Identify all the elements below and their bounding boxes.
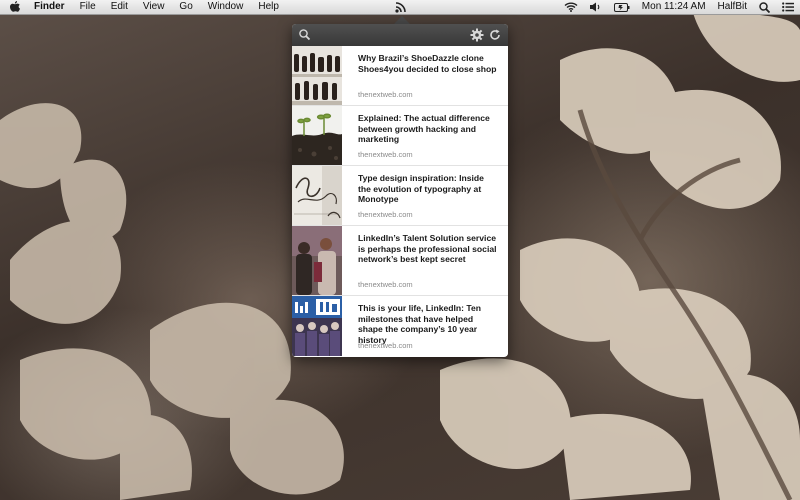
spotlight-icon[interactable]: [759, 1, 770, 13]
battery-icon[interactable]: [613, 2, 630, 12]
feed-item[interactable]: Type design inspiration: Inside the evol…: [292, 166, 508, 226]
feed-item-source: thenextweb.com: [358, 90, 413, 99]
calligraphy-thumbnail: [292, 166, 342, 225]
feed-item-source: thenextweb.com: [358, 280, 413, 289]
feed-item[interactable]: Why Brazil’s ShoeDazzle clone Shoes4you …: [292, 46, 508, 106]
sprouts-thumbnail: [292, 106, 342, 165]
rss-icon[interactable]: [395, 1, 407, 13]
search-icon[interactable]: [298, 28, 312, 42]
gear-icon[interactable]: [470, 28, 484, 42]
apple-icon[interactable]: [10, 1, 20, 13]
feed-item-source: thenextweb.com: [358, 341, 413, 350]
feed-item-title: LinkedIn’s Talent Solution service is pe…: [358, 233, 497, 265]
people-thumbnail: [292, 226, 342, 295]
feed-item-title: Explained: The actual difference between…: [358, 113, 490, 145]
shoes-thumbnail: [292, 46, 342, 105]
menu-window[interactable]: Window: [208, 0, 244, 14]
feed-item[interactable]: This is your life, LinkedIn: Ten milesto…: [292, 296, 508, 356]
rss-reader-popover: Why Brazil’s ShoeDazzle clone Shoes4you …: [292, 24, 508, 357]
refresh-icon[interactable]: [488, 28, 502, 42]
feed-item[interactable]: Explained: The actual difference between…: [292, 106, 508, 166]
menu-help[interactable]: Help: [258, 0, 279, 14]
feed-item-source: thenextweb.com: [358, 210, 413, 219]
menu-go[interactable]: Go: [179, 0, 192, 14]
notification-center-icon[interactable]: [782, 2, 794, 12]
popover-toolbar: [292, 24, 508, 46]
volume-icon[interactable]: [589, 2, 602, 12]
clock[interactable]: Mon 11:24 AM: [642, 0, 706, 14]
feed-item[interactable]: LinkedIn’s Talent Solution service is pe…: [292, 226, 508, 296]
linkedin-thumbnail: [292, 296, 342, 356]
feed-item-title: Type design inspiration: Inside the evol…: [358, 173, 484, 205]
feed-item-title: Why Brazil’s ShoeDazzle clone Shoes4you …: [358, 53, 497, 74]
user-name[interactable]: HalfBit: [718, 0, 747, 14]
popover-arrow: [394, 16, 410, 24]
menu-edit[interactable]: Edit: [111, 0, 128, 14]
feed-item-title: This is your life, LinkedIn: Ten milesto…: [358, 303, 482, 345]
wifi-icon[interactable]: [564, 2, 578, 12]
menu-view[interactable]: View: [143, 0, 165, 14]
feed-list: Why Brazil’s ShoeDazzle clone Shoes4you …: [292, 46, 508, 356]
feed-item-source: thenextweb.com: [358, 150, 413, 159]
menu-bar: Finder File Edit View Go Window Help Mon…: [0, 0, 800, 15]
menu-app-finder[interactable]: Finder: [34, 0, 65, 14]
menu-file[interactable]: File: [80, 0, 96, 14]
